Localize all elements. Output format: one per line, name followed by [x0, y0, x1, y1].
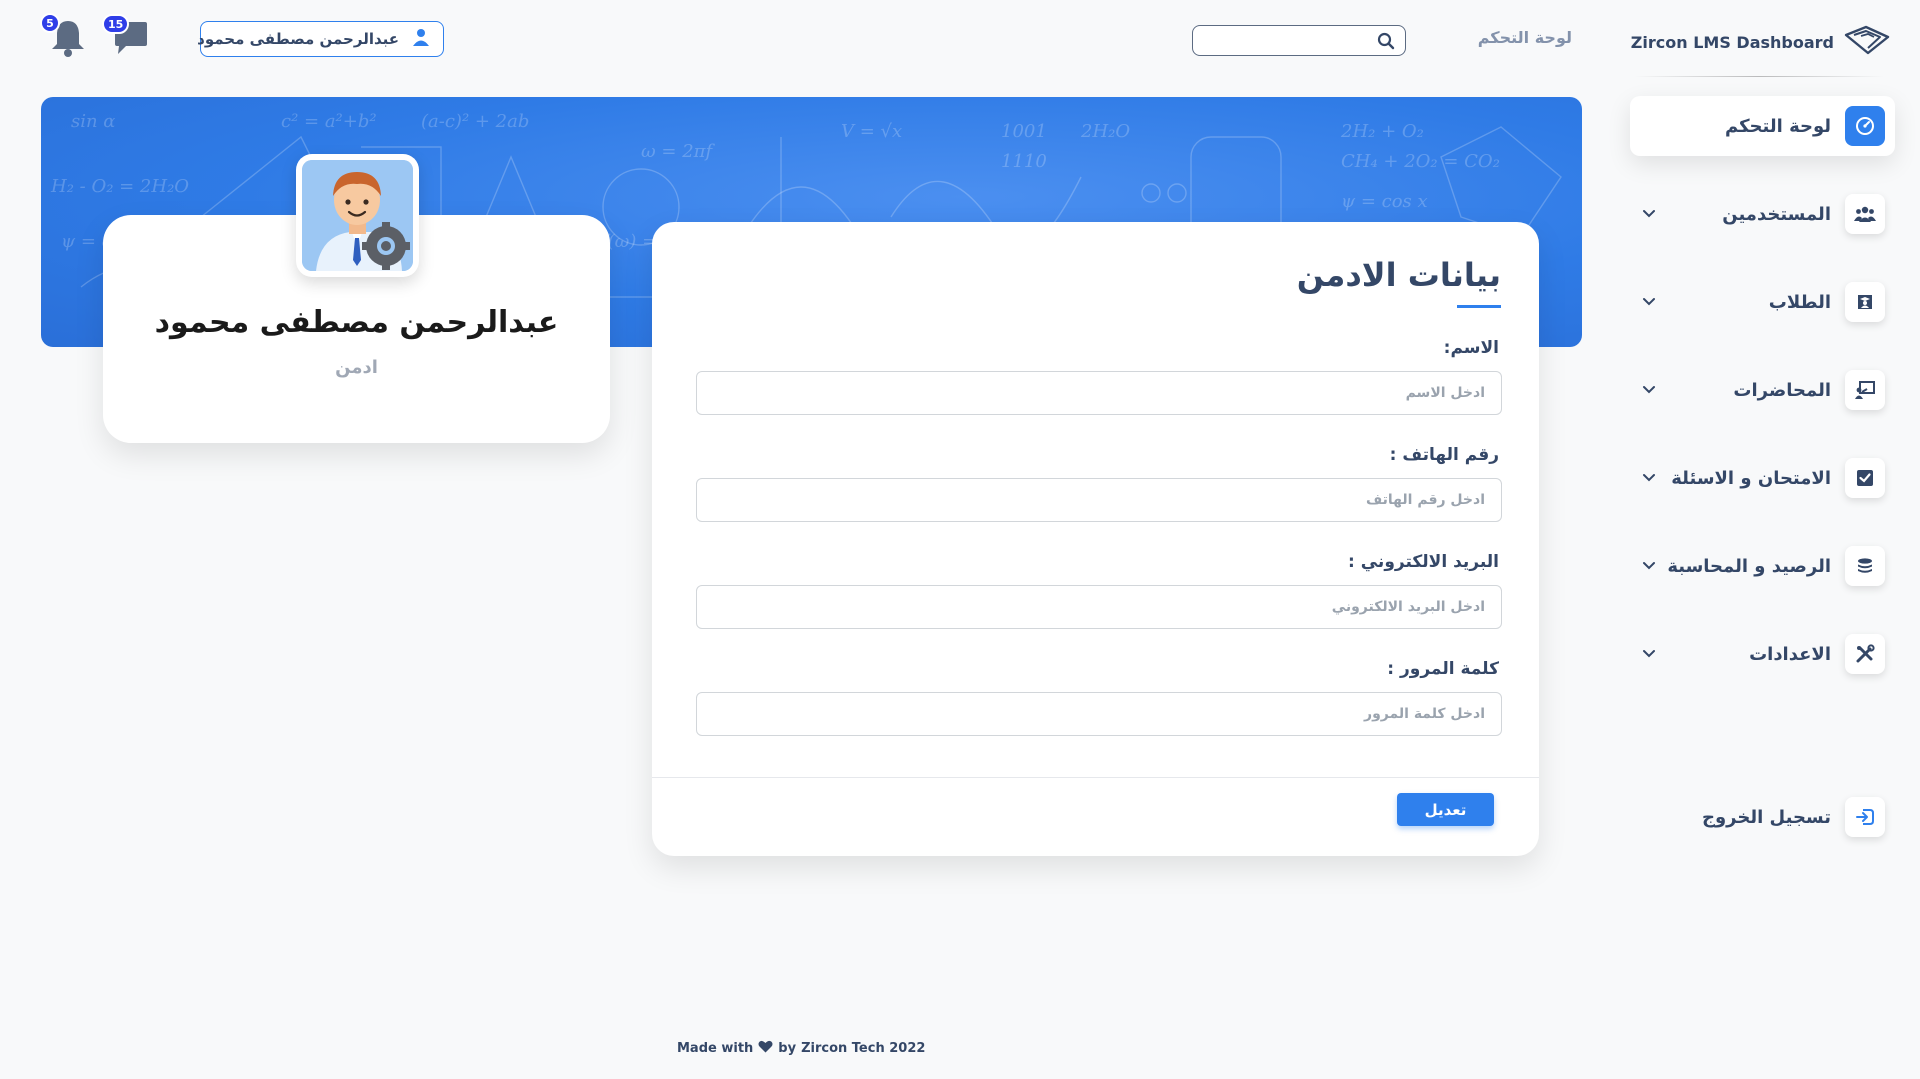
brand-divider	[1634, 76, 1884, 77]
messages-badge: 15	[102, 14, 130, 34]
form-divider	[652, 777, 1539, 778]
svg-text:1001: 1001	[1001, 121, 1047, 142]
student-icon	[1845, 282, 1885, 322]
email-label: البريد الالكتروني :	[1348, 552, 1499, 572]
sidebar-item-lectures[interactable]: المحاضرات	[1630, 360, 1895, 420]
chevron-down-icon[interactable]	[1642, 385, 1656, 395]
footer-made-with: Made with	[677, 1041, 754, 1056]
name-field[interactable]	[696, 371, 1502, 415]
chevron-down-icon[interactable]	[1642, 209, 1656, 219]
chevron-down-icon[interactable]	[1642, 473, 1656, 483]
footer-by: by	[778, 1041, 797, 1056]
logout-button[interactable]: تسجيل الخروج	[1630, 792, 1885, 842]
notifications-badge: 5	[40, 13, 60, 33]
profile-name: عبدالرحمن مصطفى محمود	[154, 305, 559, 340]
lecture-icon	[1845, 370, 1885, 410]
svg-text:H₂ - O₂ = 2H₂O: H₂ - O₂ = 2H₂O	[50, 176, 189, 197]
footer-company[interactable]: Zircon Tech 2022	[801, 1041, 925, 1056]
phone-label: رقم الهاتف :	[1389, 445, 1499, 465]
logout-label: تسجيل الخروج	[1702, 806, 1831, 828]
user-icon	[411, 27, 431, 51]
svg-text:ω = 2πf: ω = 2πf	[641, 141, 715, 162]
logout-icon	[1845, 797, 1885, 837]
tools-icon	[1845, 634, 1885, 674]
users-icon	[1845, 194, 1885, 234]
search-icon[interactable]	[1377, 32, 1395, 54]
chevron-down-icon[interactable]	[1642, 297, 1656, 307]
profile-role: ادمن	[335, 357, 378, 378]
sidebar-item-label: المستخدمين	[1722, 203, 1831, 225]
sidebar-nav: لوحة التحكم المستخدمين الطلاب المحاضرات …	[1630, 96, 1895, 712]
sidebar-item-students[interactable]: الطلاب	[1630, 272, 1895, 332]
logo-icon	[1844, 23, 1890, 61]
sidebar-item-label: لوحة التحكم	[1724, 115, 1831, 137]
avatar	[296, 154, 419, 277]
sidebar: Zircon LMS Dashboard لوحة التحكم المستخد…	[1620, 0, 1920, 1079]
sidebar-item-label: المحاضرات	[1733, 379, 1831, 401]
sidebar-item-label: الاعدادات	[1749, 643, 1831, 665]
svg-text:ψ = cos x: ψ = cos x	[1341, 191, 1428, 212]
exam-icon	[1845, 458, 1885, 498]
sidebar-item-balance[interactable]: الرصيد و المحاسبة	[1630, 536, 1895, 596]
form-title: بيانات الادمن	[1296, 256, 1501, 294]
svg-text:V = √x: V = √x	[841, 121, 902, 142]
name-label: الاسم:	[1443, 338, 1499, 358]
svg-text:1110: 1110	[1001, 151, 1047, 172]
admin-avatar-illustration	[302, 160, 413, 271]
svg-text:2H₂ + O₂: 2H₂ + O₂	[1340, 121, 1424, 142]
notifications-button[interactable]: 5	[40, 13, 86, 62]
phone-field[interactable]	[696, 478, 1502, 522]
brand[interactable]: Zircon LMS Dashboard	[1631, 18, 1890, 66]
password-label: كلمة المرور :	[1387, 659, 1499, 679]
svg-text:sin α: sin α	[71, 111, 115, 132]
brand-name: Zircon LMS Dashboard	[1630, 32, 1834, 52]
footer: Made with by Zircon Tech 2022	[677, 1040, 925, 1057]
breadcrumb: لوحة التحكم	[1477, 28, 1572, 47]
svg-text:c² = a²+b²: c² = a²+b²	[281, 111, 377, 132]
sidebar-item-users[interactable]: المستخدمين	[1630, 184, 1895, 244]
sidebar-item-exams[interactable]: الامتحان و الاسئلة	[1630, 448, 1895, 508]
search-box[interactable]	[1192, 25, 1406, 56]
sidebar-item-label: الرصيد و المحاسبة	[1667, 555, 1831, 577]
admin-data-card	[652, 222, 1539, 856]
email-field[interactable]	[696, 585, 1502, 629]
coins-icon	[1845, 546, 1885, 586]
heart-icon	[758, 1040, 773, 1057]
user-name: عبدالرحمن مصطفى محمود	[197, 30, 399, 48]
chevron-down-icon[interactable]	[1642, 649, 1656, 659]
dashboard-icon	[1845, 106, 1885, 146]
messages-button[interactable]: 15	[102, 14, 150, 62]
chevron-down-icon[interactable]	[1642, 561, 1656, 571]
user-menu-button[interactable]: عبدالرحمن مصطفى محمود	[197, 21, 444, 57]
password-field[interactable]	[696, 692, 1502, 736]
edit-button[interactable]: تعديل	[1397, 793, 1494, 826]
sidebar-item-label: الطلاب	[1768, 291, 1831, 313]
sidebar-item-settings[interactable]: الاعدادات	[1630, 624, 1895, 684]
svg-text:2H₂O: 2H₂O	[1080, 121, 1130, 142]
sidebar-item-label: الامتحان و الاسئلة	[1671, 467, 1831, 489]
sidebar-item-dashboard[interactable]: لوحة التحكم	[1630, 96, 1895, 156]
svg-text:(a-c)² + 2ab: (a-c)² + 2ab	[421, 111, 529, 132]
svg-text:CH₄ + 2O₂ = CO₂: CH₄ + 2O₂ = CO₂	[1341, 151, 1500, 172]
title-underline	[1457, 305, 1501, 308]
